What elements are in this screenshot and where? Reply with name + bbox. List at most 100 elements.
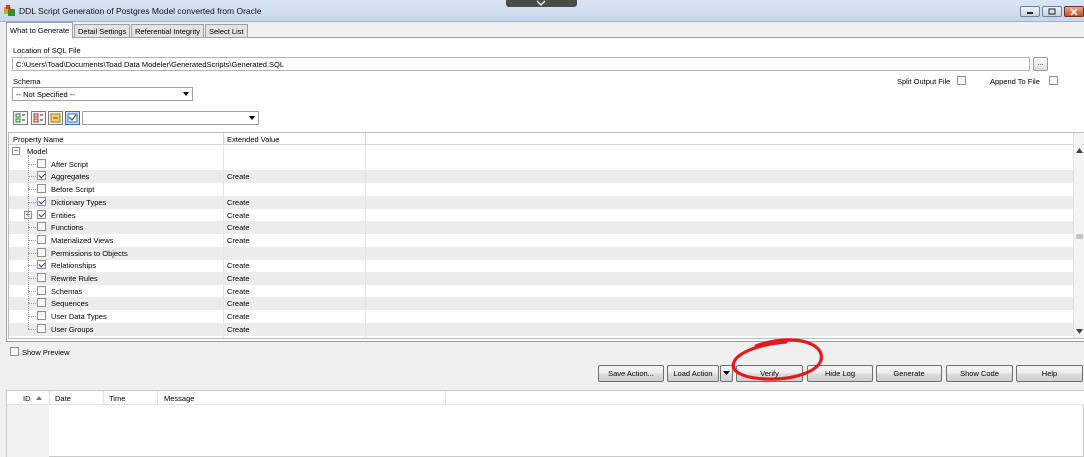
tab-select-list[interactable]: Select List	[205, 24, 248, 37]
uncheck-all-icon[interactable]	[31, 111, 46, 125]
grid-header: Property Name Extended Value	[9, 133, 1073, 145]
row-checkbox[interactable]	[37, 298, 46, 308]
row-checkbox[interactable]	[37, 285, 46, 295]
row-checkbox[interactable]	[37, 184, 46, 194]
row-checkbox[interactable]	[37, 196, 46, 206]
tab-referential-integrity[interactable]: Referential Integrity	[131, 24, 205, 37]
browse-button[interactable]: ...	[1033, 57, 1048, 71]
scroll-down-icon[interactable]	[1076, 329, 1083, 334]
grid-row[interactable]: Aggregates Create	[9, 170, 1073, 184]
schema-select[interactable]: -- Not Specified --	[12, 87, 193, 101]
extended-value: Create	[227, 197, 250, 207]
grid-row[interactable]: User Groups Create	[9, 322, 1073, 336]
generate-button[interactable]: Generate	[876, 365, 942, 382]
expand-tree-icon[interactable]	[48, 111, 63, 125]
extended-value: Create	[227, 261, 250, 271]
extended-value: Create	[227, 223, 250, 233]
location-label: Location of SQL File	[13, 46, 81, 55]
tree-root-model[interactable]: − Model	[9, 145, 1073, 158]
log-column-id[interactable]: ID	[23, 394, 31, 403]
grid-row[interactable]: Sequences Create	[9, 297, 1073, 311]
log-column-time[interactable]: Time	[109, 394, 125, 403]
row-checkbox[interactable]	[37, 247, 46, 257]
row-checkbox[interactable]	[37, 158, 46, 168]
annotation-circle	[731, 338, 823, 381]
dropdown-arrow-icon	[183, 92, 189, 96]
row-checkbox[interactable]	[37, 171, 46, 181]
tab-detail-settings[interactable]: Detail Settings	[74, 24, 131, 37]
append-to-file-checkbox[interactable]	[1049, 76, 1058, 85]
column-extended-value[interactable]: Extended Value	[227, 135, 279, 144]
maximize-button[interactable]	[1042, 6, 1062, 17]
log-column-date[interactable]: Date	[55, 394, 71, 403]
grid-row[interactable]: Schemas Create	[9, 285, 1073, 298]
grid-row[interactable]: Dictionary Types Create	[9, 195, 1073, 209]
extended-value: Create	[227, 274, 250, 283]
scroll-up-icon[interactable]	[1076, 148, 1083, 153]
window-title: DDL Script Generation of Postgres Model …	[19, 6, 262, 16]
collapse-icon[interactable]: −	[12, 147, 20, 155]
extended-value: Create	[227, 235, 250, 245]
property-grid: Property Name Extended Value − Model After…	[8, 132, 1084, 339]
row-checkbox[interactable]	[37, 311, 46, 321]
property-name: Entities	[51, 210, 76, 220]
log-column-message[interactable]: Message	[164, 394, 194, 403]
grid-row[interactable]: Permissions to Objects	[9, 246, 1073, 260]
close-button[interactable]	[1064, 6, 1084, 17]
grid-row[interactable]: Functions Create	[9, 221, 1073, 235]
property-name: Sequences	[51, 299, 89, 309]
close-icon	[1070, 8, 1078, 16]
save-action-button[interactable]: Save Action...	[598, 365, 664, 382]
property-name: Materialized Views	[51, 235, 114, 245]
collapse-handle[interactable]	[506, 0, 577, 7]
grid-row[interactable]: Materialized Views Create	[9, 234, 1073, 247]
maximize-icon	[1048, 8, 1056, 15]
help-button[interactable]: Help	[1016, 365, 1083, 382]
property-name: Dictionary Types	[51, 197, 107, 207]
property-name: Functions	[51, 223, 84, 233]
filter-select[interactable]	[82, 111, 259, 125]
split-output-checkbox[interactable]	[957, 76, 966, 85]
tree-root-label: Model	[27, 147, 48, 156]
property-name: Aggregates	[51, 172, 90, 182]
property-name: User Groups	[51, 324, 94, 334]
row-checkbox[interactable]	[37, 323, 46, 333]
log-row-gutter	[7, 405, 49, 457]
log-header: ID Date Time Message	[7, 391, 1084, 405]
log-panel: ID Date Time Message	[6, 390, 1084, 457]
row-checkbox[interactable]	[37, 222, 46, 232]
minimize-button[interactable]	[1020, 6, 1040, 17]
minimize-icon	[1027, 12, 1033, 14]
row-checkbox[interactable]	[37, 209, 46, 219]
schema-label: Schema	[13, 77, 41, 86]
row-checkbox[interactable]	[37, 260, 46, 270]
extended-value: Create	[227, 210, 250, 220]
toggle-view-icon[interactable]	[65, 111, 80, 125]
check-all-icon[interactable]	[13, 111, 28, 125]
chevron-down-icon	[536, 0, 546, 6]
load-action-button[interactable]: Load Action	[667, 365, 719, 382]
show-code-button[interactable]: Show Code	[946, 365, 1013, 382]
row-checkbox[interactable]	[37, 273, 46, 282]
grid-row[interactable]: Rewrite Rules Create	[9, 272, 1073, 285]
row-checkbox[interactable]	[37, 234, 46, 244]
scroll-grip-icon	[1076, 234, 1083, 239]
grid-row[interactable]: Relationships Create	[9, 259, 1073, 272]
sql-file-path-input[interactable]: C:\Users\Toad\Documents\Toad Data Modele…	[12, 57, 1030, 71]
grid-row[interactable]: User Data Types Create	[9, 310, 1073, 323]
grid-scrollbar[interactable]	[1073, 133, 1084, 338]
property-name: User Data Types	[51, 312, 107, 322]
extended-value: Create	[227, 286, 250, 296]
property-name: Rewrite Rules	[51, 274, 98, 283]
grid-row[interactable]: After Script	[9, 158, 1073, 171]
append-to-file-label: Append To File	[990, 77, 1040, 86]
property-name: After Script	[51, 159, 89, 169]
extended-value: Create	[227, 312, 250, 322]
grid-row[interactable]: Before Script	[9, 183, 1073, 196]
property-name: Permissions to Objects	[51, 248, 128, 258]
tab-what-to-generate[interactable]: What to Generate	[6, 22, 74, 38]
grid-row[interactable]: + Entities Create	[9, 209, 1073, 222]
column-property-name[interactable]: Property Name	[13, 135, 63, 144]
property-name: Schemas	[51, 286, 83, 296]
show-preview-checkbox[interactable]	[10, 347, 19, 356]
